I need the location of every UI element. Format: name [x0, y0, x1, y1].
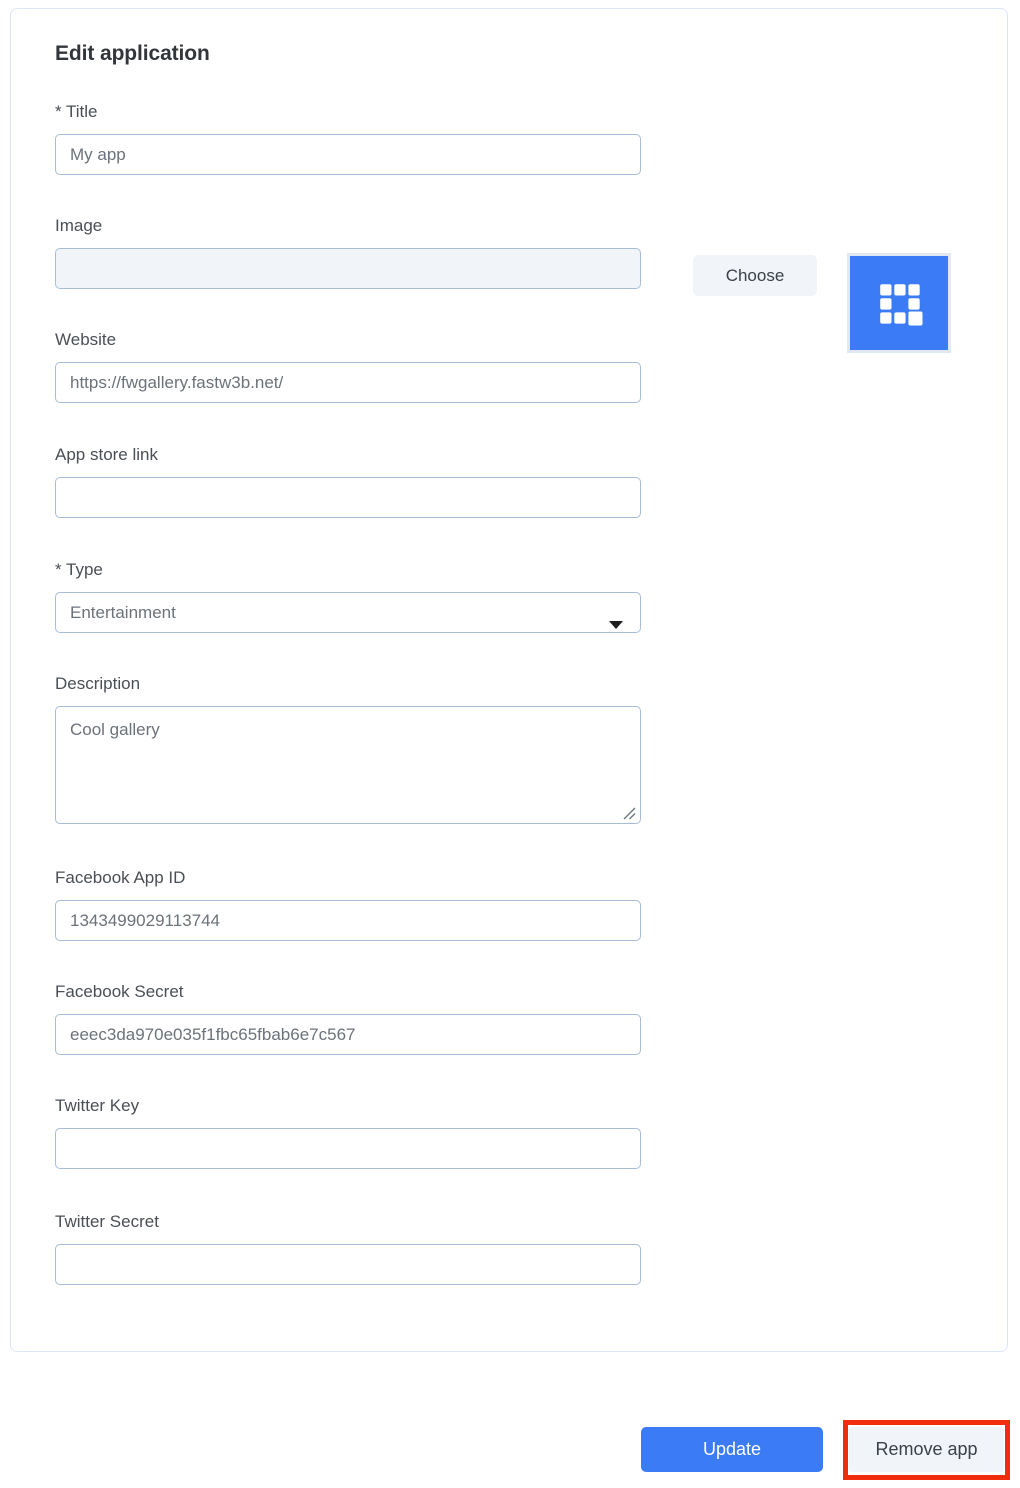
field-type: * Type Entertainment	[55, 560, 641, 633]
choose-image-button[interactable]: Choose	[693, 255, 817, 296]
website-input[interactable]: https://fwgallery.fastw3b.net/	[55, 362, 641, 403]
title-input[interactable]: My app	[55, 134, 641, 175]
edit-application-card: Edit application * Title My app Image Ch…	[10, 8, 1008, 1352]
field-app-store-link: App store link	[55, 445, 641, 518]
twitter-secret-input[interactable]	[55, 1244, 641, 1285]
type-select-wrap: Entertainment	[55, 592, 641, 633]
app-store-link-input[interactable]	[55, 477, 641, 518]
chevron-down-icon	[609, 621, 623, 629]
facebook-secret-label: Facebook Secret	[55, 982, 184, 1001]
description-textarea[interactable]: Cool gallery	[55, 706, 641, 824]
type-label: * Type	[55, 560, 103, 579]
website-label: Website	[55, 330, 117, 349]
description-value: Cool gallery	[70, 720, 160, 739]
page-title: Edit application	[55, 42, 210, 65]
app-grid-icon	[880, 284, 923, 326]
field-image: Image	[55, 216, 641, 289]
field-website: Website https://fwgallery.fastw3b.net/	[55, 330, 641, 403]
image-input[interactable]	[55, 248, 641, 289]
app-store-link-label: App store link	[55, 445, 158, 464]
facebook-app-id-label: Facebook App ID	[55, 868, 186, 887]
field-twitter-secret: Twitter Secret	[55, 1212, 641, 1285]
description-label: Description	[55, 674, 141, 693]
field-twitter-key: Twitter Key	[55, 1096, 641, 1169]
twitter-secret-label: Twitter Secret	[55, 1212, 159, 1231]
facebook-app-id-input[interactable]: 1343499029113744	[55, 900, 641, 941]
form-actions: Update Remove app	[0, 1410, 1020, 1480]
update-button[interactable]: Update	[641, 1427, 823, 1472]
page-root: Edit application * Title My app Image Ch…	[0, 0, 1020, 1488]
twitter-key-label: Twitter Key	[55, 1096, 140, 1115]
facebook-secret-input[interactable]: eeec3da970e035f1fbc65fbab6e7c567	[55, 1014, 641, 1055]
resize-handle-icon[interactable]	[621, 805, 637, 821]
field-facebook-secret: Facebook Secret eeec3da970e035f1fbc65fba…	[55, 982, 641, 1055]
field-facebook-app-id: Facebook App ID 1343499029113744	[55, 868, 641, 941]
image-label: Image	[55, 216, 103, 235]
field-title: * Title My app	[55, 102, 641, 175]
remove-app-highlight	[843, 1420, 1010, 1480]
type-select[interactable]: Entertainment	[55, 592, 641, 633]
twitter-key-input[interactable]	[55, 1128, 641, 1169]
title-label: * Title	[55, 102, 98, 121]
field-description: Description Cool gallery	[55, 674, 641, 824]
app-icon-preview[interactable]	[847, 253, 951, 353]
